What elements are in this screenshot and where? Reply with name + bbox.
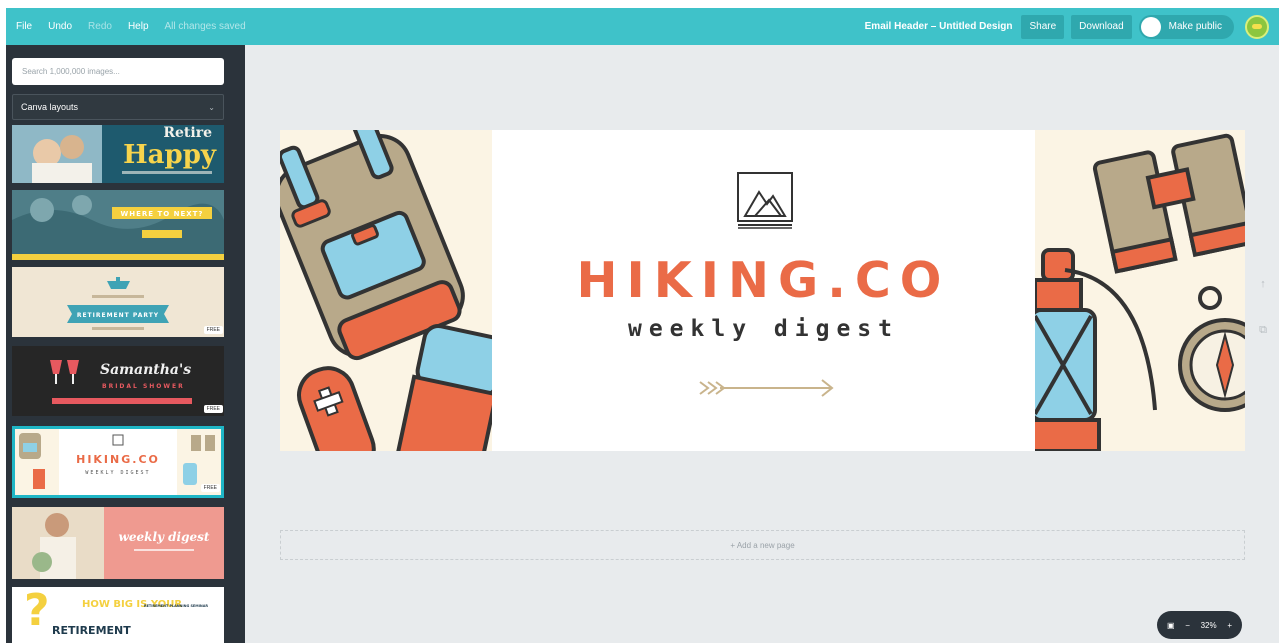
zoom-level: 32% — [1200, 620, 1217, 630]
menu-file[interactable]: File — [16, 21, 32, 32]
workspace: HIKING.CO weekly digest + Add a new page… — [245, 45, 1279, 643]
download-button[interactable]: Download — [1071, 14, 1132, 39]
layout-thumbnail-selected[interactable]: HIKING.CO WEEKLY DIGEST FREE — [12, 426, 224, 498]
thumbnail-art: HIKING.CO WEEKLY DIGEST — [15, 429, 221, 495]
sidebar: Search 1,000,000 images... Canva layouts… — [6, 45, 245, 643]
free-badge: FREE — [203, 326, 223, 334]
top-bar: File Undo Redo Help All changes saved Em… — [6, 8, 1279, 45]
zoom-in-button[interactable]: + — [1227, 621, 1232, 630]
layout-thumbnail[interactable]: Samantha's BRIDAL SHOWER FREE — [12, 346, 224, 416]
page-tools: ↑ ⧉ — [1256, 278, 1270, 371]
thumb-text-line1: WHERE TO NEXT? — [120, 210, 203, 218]
thumb-text-line1: weekly digest — [119, 530, 210, 544]
present-icon[interactable]: ↑ — [1256, 278, 1270, 290]
zoom-out-button[interactable]: − — [1185, 621, 1190, 630]
save-status: All changes saved — [164, 21, 246, 32]
left-illustration — [280, 130, 492, 451]
layout-thumbnail[interactable]: RETIREMENT PARTY FREE — [12, 267, 224, 337]
right-illustration — [1035, 130, 1245, 451]
thumb-text-line3: RETIREMENT PLANNING SEMINAR — [144, 604, 208, 608]
thumb-text-line1: Samantha's — [100, 362, 191, 378]
menu-redo[interactable]: Redo — [88, 21, 112, 32]
thumbnail-art: Samantha's BRIDAL SHOWER — [12, 346, 224, 416]
zoom-control: ▣ − 32% + — [1157, 611, 1242, 639]
thumb-text-line1: RETIREMENT PARTY — [77, 312, 159, 319]
copy-icon[interactable]: ⧉ — [1256, 324, 1270, 337]
thumb-text-line2: BRIDAL SHOWER — [102, 383, 185, 390]
thumbnail-art: RETIREMENT PARTY — [12, 267, 224, 337]
free-badge: FREE — [200, 484, 220, 492]
thumb-text-line2: WEEKLY DIGEST — [85, 470, 150, 476]
thumb-text-line1: HIKING.CO — [76, 453, 160, 466]
thumb-question-mark: ? — [24, 587, 50, 636]
layout-dropdown-value: Canva layouts — [21, 102, 79, 112]
canva-editor: File Undo Redo Help All changes saved Em… — [0, 0, 1281, 643]
menu-help[interactable]: Help — [128, 21, 149, 32]
make-public-label: Make public — [1168, 21, 1222, 32]
design-canvas[interactable]: HIKING.CO weekly digest — [280, 130, 1245, 451]
layout-thumbnail[interactable]: weekly digest — [12, 507, 224, 579]
layout-thumbnail[interactable]: WHERE TO NEXT? — [12, 190, 224, 260]
add-page-button[interactable]: + Add a new page — [280, 530, 1245, 560]
toggle-knob — [1140, 16, 1161, 37]
menu-bar: File Undo Redo Help All changes saved — [16, 21, 246, 32]
chevron-down-icon: ⌄ — [208, 102, 215, 112]
layout-thumbnail[interactable]: Retire Happy — [12, 125, 224, 183]
menu-undo[interactable]: Undo — [48, 21, 72, 32]
brand-title[interactable]: HIKING.CO — [492, 252, 1035, 309]
make-public-toggle[interactable]: Make public — [1138, 14, 1234, 39]
thumbnail-art: WHERE TO NEXT? — [12, 190, 224, 260]
share-button[interactable]: Share — [1021, 14, 1065, 39]
search-input[interactable]: Search 1,000,000 images... — [12, 58, 224, 85]
arrow-icon — [699, 379, 834, 397]
brand-subtitle[interactable]: weekly digest — [492, 316, 1035, 342]
present-mode-icon[interactable]: ▣ — [1167, 621, 1175, 630]
thumbnail-art: ? HOW BIG IS YOUR RETIREMENT RETIREMENT … — [12, 587, 224, 643]
topbar-actions: Email Header – Untitled Design Share Dow… — [865, 14, 1269, 39]
layout-thumbnail[interactable]: ? HOW BIG IS YOUR RETIREMENT RETIREMENT … — [12, 587, 224, 643]
thumb-text-line1: Retire — [163, 125, 212, 141]
thumb-text-line2: Happy — [123, 140, 217, 170]
free-badge: FREE — [203, 405, 223, 413]
avatar[interactable] — [1245, 14, 1269, 39]
document-title[interactable]: Email Header – Untitled Design — [865, 21, 1013, 32]
thumbnail-art: weekly digest — [12, 507, 224, 579]
mountain-logo-icon — [737, 172, 793, 229]
thumbnail-art: Retire Happy — [12, 125, 217, 183]
search-placeholder: Search 1,000,000 images... — [22, 67, 120, 76]
layout-dropdown[interactable]: Canva layouts ⌄ — [12, 94, 224, 120]
thumb-text-line2: RETIREMENT — [52, 624, 131, 637]
